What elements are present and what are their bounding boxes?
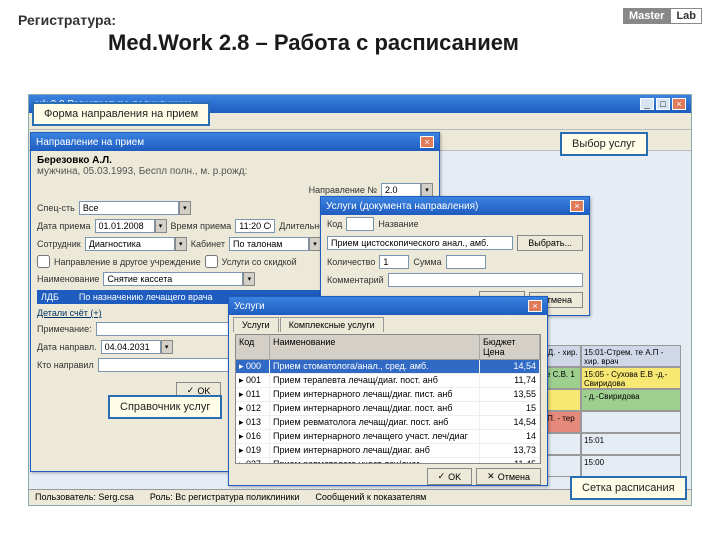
services-grid: Код Наименование Бюджет Цена ▸ 000Прием … <box>235 334 541 464</box>
date-label: Дата приема <box>37 221 91 231</box>
svc-name-label: Название <box>378 219 418 229</box>
dropdown-icon[interactable]: ▾ <box>175 237 187 251</box>
svc-name-input[interactable] <box>327 236 513 250</box>
dropdown-icon[interactable]: ▾ <box>179 201 191 215</box>
sched-cell[interactable]: 15:05 - Сухова Е.В -д.-Свиридова <box>581 367 681 389</box>
table-row[interactable]: ▸ 000Прием стоматолога/анал., сред. амб.… <box>236 360 540 374</box>
calendar-icon[interactable]: ▾ <box>161 340 173 354</box>
discount-checkbox[interactable] <box>205 255 218 268</box>
calendar-icon[interactable]: ▾ <box>155 219 167 233</box>
check2-label: Услуги со скидкой <box>222 257 297 267</box>
slide-header-small: Регистратура: <box>18 12 702 28</box>
name-input[interactable] <box>103 272 243 286</box>
doc-label: Сотрудник <box>37 239 81 249</box>
ok-button[interactable]: ✓ OK <box>427 468 473 485</box>
tab-services[interactable]: Услуги <box>233 317 279 332</box>
form-title: Направление на прием <box>36 137 144 148</box>
blue-bar-text: По назначению лечащего врача <box>79 292 213 302</box>
close-icon[interactable]: × <box>528 300 542 312</box>
status-msg: Сообщений к показателям <box>315 492 426 503</box>
callout-form: Форма направления на прием <box>32 102 210 126</box>
patient-name: Березовко А.Л. <box>37 155 433 166</box>
check1-label: Направление в другое учреждение <box>54 257 201 267</box>
status-user: Пользователь: Serg.csa <box>35 492 134 503</box>
ok-label: OK <box>197 386 210 396</box>
callout-directory: Справочник услуг <box>108 395 222 419</box>
services-list-window: Услуги × Услуги Комплексные услуги Код Н… <box>228 296 548 486</box>
table-row[interactable]: ▸ 012Прием интернарного лечащ/диаг. пост… <box>236 402 540 416</box>
table-row[interactable]: ▸ 019Прием интернарного лечащ/диаг. анб1… <box>236 444 540 458</box>
komm-input[interactable] <box>388 273 583 287</box>
napr-no-input[interactable] <box>381 183 421 197</box>
table-row[interactable]: ▸ 013Прием ревматолога лечащ/диаг. пост.… <box>236 416 540 430</box>
select-button[interactable]: Выбрать... <box>517 235 583 251</box>
table-row[interactable]: ▸ 037Прием ревматолога участ леч/диаг11,… <box>236 458 540 464</box>
details-link[interactable]: Детали счёт (+) <box>37 308 102 318</box>
close-icon[interactable]: × <box>672 98 686 110</box>
doc-input[interactable] <box>85 237 175 251</box>
col-price[interactable]: Бюджет Цена <box>480 335 540 359</box>
qty-label: Количество <box>327 257 375 267</box>
napr-label: Направление № <box>309 185 377 195</box>
tab-complex[interactable]: Комплексные услуги <box>280 317 384 332</box>
date2-input[interactable] <box>101 340 161 354</box>
cancel-button[interactable]: ✕ Отмена <box>476 468 541 485</box>
who-label: Кто направил <box>37 360 94 370</box>
prim-label: Примечание: <box>37 324 92 334</box>
col-name[interactable]: Наименование <box>270 335 480 359</box>
sched-cell[interactable]: 15:01 <box>581 433 681 455</box>
slide-header-big: Med.Work 2.8 – Работа с расписанием <box>18 28 702 62</box>
other-org-checkbox[interactable] <box>37 255 50 268</box>
logo-master: Master <box>623 8 670 24</box>
patient-info: мужчина, 05.03.1993, Беспл полн., м. р.р… <box>37 166 433 177</box>
time-input[interactable] <box>235 219 275 233</box>
sum-label: Сумма <box>413 257 441 267</box>
code-label: Код <box>327 219 342 229</box>
blue-bar-code: ЛДБ <box>41 292 59 302</box>
table-row[interactable]: ▸ 016Прием интернарного лечащего участ. … <box>236 430 540 444</box>
komm-label: Комментарий <box>327 275 384 285</box>
services-doc-titlebar: Услуги (документа направления) × <box>321 197 589 215</box>
logo-lab: Lab <box>670 8 702 24</box>
services-list-titlebar: Услуги × <box>229 297 547 315</box>
table-row[interactable]: ▸ 001Прием терапевта лечащ/диаг. пост. а… <box>236 374 540 388</box>
sched-head: 15:01-Стрем. те А.П - хир. врач <box>581 345 681 367</box>
form-titlebar: Направление на прием × <box>31 133 439 151</box>
qty-input[interactable] <box>379 255 409 269</box>
date-input[interactable] <box>95 219 155 233</box>
table-row[interactable]: ▸ 011Прием интернарного лечащ/диаг. пист… <box>236 388 540 402</box>
kab2-input[interactable] <box>229 237 309 251</box>
sched-cell[interactable]: 15:00 <box>581 455 681 477</box>
services-list-title: Услуги <box>234 301 265 312</box>
sum-input[interactable] <box>446 255 486 269</box>
ok-label: OK <box>448 472 461 482</box>
time-label: Время приема <box>171 221 232 231</box>
sched-cell[interactable]: - д.-Свиридова <box>581 389 681 411</box>
spec-label: Спец-сть <box>37 203 75 213</box>
dropdown-icon[interactable]: ▾ <box>421 183 433 197</box>
callout-grid: Сетка расписания <box>570 476 687 500</box>
col-code[interactable]: Код <box>236 335 270 359</box>
kab2-label: Кабинет <box>191 239 225 249</box>
maximize-icon[interactable]: □ <box>656 98 670 110</box>
services-doc-title: Услуги (документа направления) <box>326 201 478 212</box>
sched-cell[interactable] <box>581 411 681 433</box>
status-role: Роль: Вс регистратура поликлиники <box>150 492 300 503</box>
name-label: Наименование <box>37 274 99 284</box>
cancel-label: Отмена <box>498 472 530 482</box>
close-icon[interactable]: × <box>420 136 434 148</box>
dropdown-icon[interactable]: ▾ <box>243 272 255 286</box>
minimize-icon[interactable]: _ <box>640 98 654 110</box>
code-input[interactable] <box>346 217 374 231</box>
close-icon[interactable]: × <box>570 200 584 212</box>
callout-pick: Выбор услуг <box>560 132 648 156</box>
spec-input[interactable] <box>79 201 179 215</box>
date2-label: Дата направл. <box>37 342 97 352</box>
logo: MasterLab <box>623 10 702 22</box>
